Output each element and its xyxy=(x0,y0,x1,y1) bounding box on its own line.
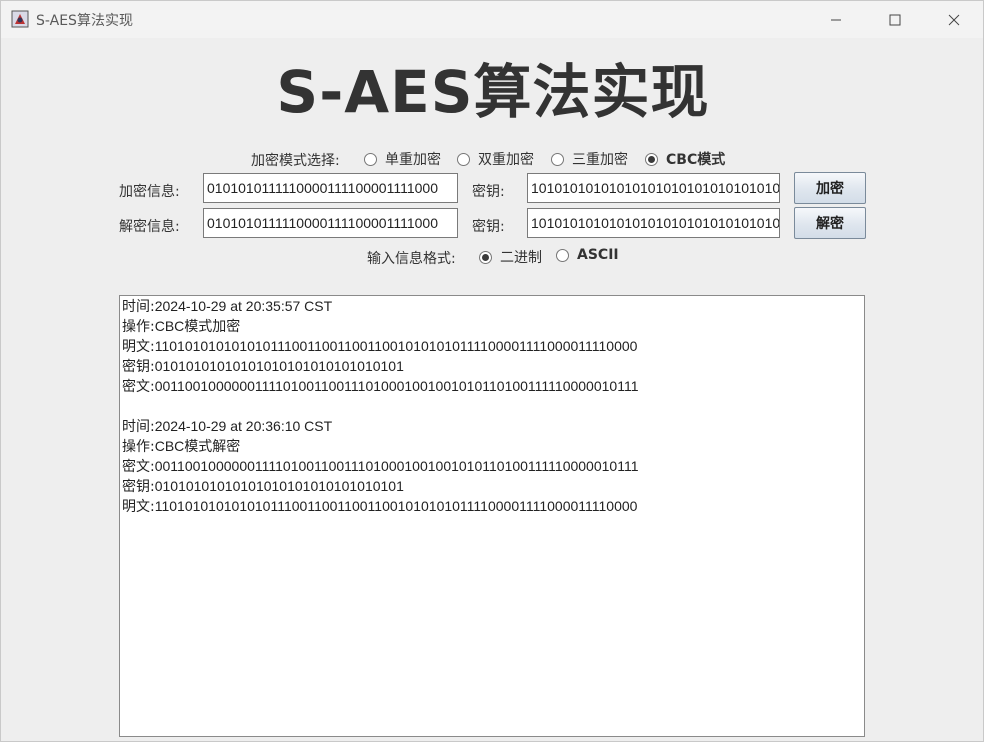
radio-format-binary-label: 二进制 xyxy=(500,250,542,266)
log-line-value: 0011001000000111101001100111010001001001… xyxy=(154,458,639,474)
radio-mode-double[interactable]: 双重加密 xyxy=(457,149,534,169)
radio-indicator[interactable] xyxy=(457,152,470,166)
log-line-key: 密钥: xyxy=(122,359,155,375)
radio-mode-triple[interactable]: 三重加密 xyxy=(551,149,628,169)
minimize-icon xyxy=(831,19,841,20)
log-line-value: 2024-10-29 at 20:35:57 CST xyxy=(154,298,333,314)
minimize-button[interactable] xyxy=(807,1,865,38)
decrypt-key-label: 密钥: xyxy=(472,219,505,235)
radio-indicator[interactable] xyxy=(556,248,569,262)
log-line-key: 明文: xyxy=(122,499,155,515)
decrypt-button[interactable]: 解密 xyxy=(794,207,866,239)
radio-mode-double-label: 双重加密 xyxy=(478,152,534,168)
mode-label: 加密模式选择: xyxy=(251,153,340,169)
log-line-key: 明文: xyxy=(122,339,155,355)
log-line-key: 密钥: xyxy=(122,479,155,495)
log-line-value: 01010101010101010101010101010101 xyxy=(154,358,404,374)
log-line-value: 0011001000000111101001100111010001001001… xyxy=(154,378,639,394)
log-line-key: 操作: xyxy=(122,319,155,335)
format-label: 输入信息格式: xyxy=(367,251,456,267)
log-line-key: 时间: xyxy=(122,299,155,315)
radio-mode-cbc[interactable]: CBC模式 xyxy=(645,149,725,169)
log-line-key: 操作: xyxy=(122,439,155,455)
decrypt-info-input[interactable]: 0101010111110000111100001111000 xyxy=(203,208,458,238)
encrypt-info-label: 加密信息: xyxy=(119,184,180,200)
radio-mode-cbc-label: CBC模式 xyxy=(666,152,726,168)
log-line: 时间:2024-10-29 at 20:35:57 CST xyxy=(120,296,864,316)
page-heading: S-AES算法实现 xyxy=(276,58,710,126)
radio-indicator[interactable] xyxy=(551,152,564,166)
encrypt-info-input[interactable]: 0101010111110000111100001111000 xyxy=(203,173,458,203)
java-app-icon xyxy=(11,10,29,28)
encrypt-key-input[interactable]: 10101010101010101010101010101010 xyxy=(527,173,780,203)
radio-format-binary[interactable]: 二进制 xyxy=(479,247,542,267)
log-line: 密文:0011001000000111101001100111010001001… xyxy=(120,376,864,396)
log-line-key: 时间: xyxy=(122,419,155,435)
log-lines: 时间:2024-10-29 at 20:35:57 CST 操作:CBC模式加密明… xyxy=(120,296,864,516)
log-line-value: CBC模式加密 xyxy=(154,318,241,334)
radio-format-ascii[interactable]: ASCII xyxy=(556,247,619,263)
radio-mode-triple-label: 三重加密 xyxy=(572,152,628,168)
close-icon xyxy=(948,14,960,25)
encrypt-key-label: 密钥: xyxy=(472,184,505,200)
log-line: 明文:1101010101010101110011001100110010101… xyxy=(120,336,864,356)
maximize-button[interactable] xyxy=(866,1,924,38)
close-button[interactable] xyxy=(925,1,983,38)
radio-indicator-selected[interactable] xyxy=(479,250,492,264)
log-line: 操作:CBC模式解密 xyxy=(120,436,864,456)
decrypt-info-label: 解密信息: xyxy=(119,219,180,235)
radio-indicator[interactable] xyxy=(364,152,377,166)
radio-indicator-selected[interactable] xyxy=(645,152,658,166)
log-line: 明文:1101010101010101110011001100110010101… xyxy=(120,496,864,516)
log-line: 操作:CBC模式加密 xyxy=(120,316,864,336)
title-bar[interactable]: S-AES算法实现 xyxy=(1,1,983,38)
radio-mode-single[interactable]: 单重加密 xyxy=(364,149,441,169)
log-line-value: 1101010101010101110011001100110010101010… xyxy=(154,498,638,514)
radio-mode-single-label: 单重加密 xyxy=(385,152,441,168)
log-line-value: CBC模式解密 xyxy=(154,438,241,454)
log-line: 密钥:01010101010101010101010101010101 xyxy=(120,356,864,376)
app-window: S-AES算法实现 S-AES算法实现 加密模式选择: 单重加密 双重加密 三重… xyxy=(0,0,984,742)
log-line: 密钥:01010101010101010101010101010101 xyxy=(120,476,864,496)
log-line-value: 01010101010101010101010101010101 xyxy=(154,478,404,494)
radio-format-ascii-label: ASCII xyxy=(577,247,619,263)
log-line-value: 1101010101010101110011001100110010101010… xyxy=(154,338,638,354)
window-title: S-AES算法实现 xyxy=(36,13,133,29)
decrypt-key-input[interactable]: 10101010101010101010101010101010 xyxy=(527,208,780,238)
log-line-value: 2024-10-29 at 20:36:10 CST xyxy=(154,418,333,434)
log-line-key: 密文: xyxy=(122,459,155,475)
output-log-textarea[interactable]: 时间:2024-10-29 at 20:35:57 CST 操作:CBC模式加密明… xyxy=(119,295,865,737)
log-line: 密文:0011001000000111101001100111010001001… xyxy=(120,456,864,476)
encrypt-button[interactable]: 加密 xyxy=(794,172,866,204)
log-line-key: 密文: xyxy=(122,379,155,395)
maximize-icon xyxy=(889,14,901,25)
log-line: 时间:2024-10-29 at 20:36:10 CST xyxy=(120,416,864,436)
